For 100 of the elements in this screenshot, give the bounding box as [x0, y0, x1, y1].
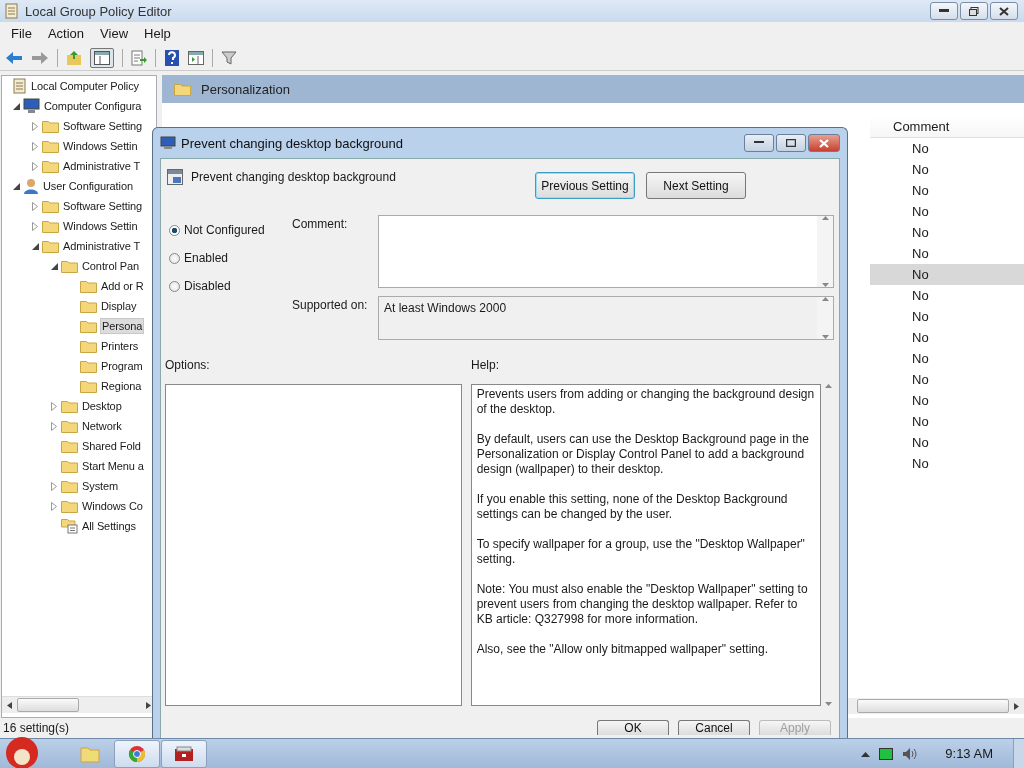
list-row[interactable]: No [870, 222, 1024, 243]
list-row[interactable]: No [870, 201, 1024, 222]
list-row[interactable]: No [870, 285, 1024, 306]
radio-button[interactable] [169, 252, 180, 264]
nav-button[interactable]: Next Setting [646, 172, 746, 199]
list-row[interactable]: No [870, 138, 1024, 159]
folder-icon [61, 419, 78, 433]
collapsed-triangle-icon[interactable] [32, 201, 38, 211]
tree-item[interactable]: All Settings [81, 519, 137, 533]
tree-item[interactable]: Display [100, 299, 138, 313]
tree-item[interactable]: Control Pan [81, 259, 140, 273]
tree-item[interactable]: Software Setting [62, 119, 144, 133]
scroll-up-icon[interactable] [821, 297, 829, 301]
minimize-button[interactable] [744, 134, 774, 152]
tree-item[interactable]: Network [81, 419, 123, 433]
back-arrow-icon[interactable] [5, 50, 23, 65]
forward-arrow-icon[interactable] [31, 50, 49, 65]
tree-item[interactable]: Windows Settin [62, 219, 139, 233]
tree-item[interactable]: Program [100, 359, 144, 373]
taskbar-button[interactable] [161, 739, 207, 768]
scroll-right-icon[interactable] [1014, 702, 1019, 710]
list-row[interactable]: No [870, 180, 1024, 201]
tray-arrow-icon[interactable] [861, 750, 871, 757]
list-row[interactable]: No [870, 327, 1024, 348]
scroll-up-icon[interactable] [821, 216, 829, 220]
collapsed-triangle-icon[interactable] [51, 501, 57, 511]
collapsed-triangle-icon[interactable] [51, 421, 57, 431]
taskbar-button[interactable] [114, 739, 160, 768]
tree-item[interactable]: Administrative T [62, 159, 142, 173]
tree-item[interactable]: Printers [100, 339, 140, 353]
tree-item[interactable]: Computer Configura [43, 99, 143, 113]
expanded-triangle-icon[interactable] [12, 182, 20, 190]
menu-item[interactable]: View [92, 26, 137, 41]
list-row[interactable]: No [870, 453, 1024, 474]
radio-button[interactable] [169, 280, 180, 292]
help-icon[interactable] [164, 48, 180, 67]
table-cell: No [912, 267, 929, 282]
minimize-button[interactable] [930, 2, 958, 20]
collapsed-triangle-icon[interactable] [32, 121, 38, 131]
nav-button[interactable]: Previous Setting [535, 172, 635, 199]
menu-item[interactable]: Help [136, 26, 179, 41]
tree-item[interactable]: Windows Co [81, 499, 144, 513]
list-row[interactable]: No [870, 369, 1024, 390]
tree-item[interactable]: Add or R [100, 279, 145, 293]
tree-item[interactable]: Shared Fold [81, 439, 142, 453]
expanded-triangle-icon[interactable] [12, 102, 20, 110]
restore-button[interactable] [960, 2, 988, 20]
collapsed-triangle-icon[interactable] [32, 141, 38, 151]
tree-item[interactable]: Windows Settin [62, 139, 139, 153]
radio-label[interactable]: Enabled [184, 251, 229, 265]
radio-label[interactable]: Disabled [184, 279, 231, 293]
collapsed-triangle-icon[interactable] [32, 221, 38, 231]
speaker-icon[interactable] [902, 746, 919, 761]
dialog-button[interactable]: OK [597, 720, 669, 735]
clock[interactable]: 9:13 AM [945, 746, 993, 761]
properties-pane-icon[interactable] [188, 50, 204, 65]
maximize-button[interactable] [776, 134, 806, 152]
list-row[interactable]: No [870, 432, 1024, 453]
table-cell: No [912, 309, 929, 324]
tree-item[interactable]: Start Menu a [81, 459, 145, 473]
scroll-down-icon[interactable] [821, 283, 829, 287]
tree-item[interactable]: Regiona [100, 379, 143, 393]
tree-item[interactable]: Persona [100, 318, 145, 334]
table-cell: No [912, 351, 929, 366]
tree-item[interactable]: Local Computer Policy [30, 79, 140, 93]
export-list-icon[interactable] [131, 49, 147, 66]
show-desktop-button[interactable] [1013, 738, 1024, 768]
tree-item[interactable]: User Configuration [42, 179, 134, 193]
tree-item[interactable]: Desktop [81, 399, 123, 413]
comment-field[interactable] [378, 215, 834, 288]
close-button[interactable] [990, 2, 1018, 20]
list-row[interactable]: No [870, 159, 1024, 180]
folder-up-icon[interactable] [66, 49, 82, 66]
tree-item[interactable]: Software Setting [62, 199, 144, 213]
list-row[interactable]: No [870, 264, 1024, 285]
collapsed-triangle-icon[interactable] [51, 481, 57, 491]
radio-label[interactable]: Not Configured [184, 223, 265, 237]
dialog-button[interactable]: Cancel [678, 720, 750, 735]
menu-item[interactable]: Action [39, 26, 93, 41]
list-row[interactable]: No [870, 306, 1024, 327]
tree-item[interactable]: Administrative T [62, 239, 142, 253]
restore-icon [969, 6, 979, 16]
scroll-down-icon[interactable] [821, 335, 829, 339]
list-row[interactable]: No [870, 390, 1024, 411]
menu-item[interactable]: File [3, 26, 40, 41]
filter-icon[interactable] [221, 49, 237, 66]
scroll-left-icon[interactable] [7, 701, 12, 709]
expanded-triangle-icon[interactable] [50, 262, 58, 270]
tree-item[interactable]: System [81, 479, 120, 493]
list-row[interactable]: No [870, 411, 1024, 432]
console-tree-toggle-button[interactable] [90, 47, 114, 68]
list-row[interactable]: No [870, 243, 1024, 264]
collapsed-triangle-icon[interactable] [51, 401, 57, 411]
scroll-down-icon[interactable] [824, 702, 832, 706]
scroll-up-icon[interactable] [824, 384, 832, 388]
folder-icon [80, 379, 97, 393]
list-row[interactable]: No [870, 348, 1024, 369]
collapsed-triangle-icon[interactable] [32, 161, 38, 171]
radio-button[interactable] [169, 224, 180, 236]
expanded-triangle-icon[interactable] [31, 242, 39, 250]
